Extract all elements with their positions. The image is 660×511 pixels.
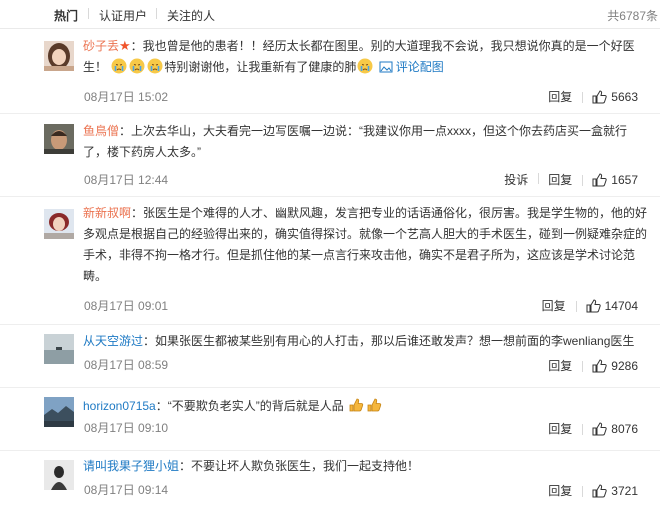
comment-time: 08月17日 12:44 — [84, 173, 169, 187]
comment-item: 从天空游过：如果张医生都被某些别有用心的人打击，那以后谁还敢发声？想一想前面的李… — [0, 325, 660, 388]
comment-item: 鱼鳥僧：上次去华山，大夫看完一边写医嘱一边说：“我建议你用一点xxxx，但这个你… — [0, 114, 660, 197]
crying-emoji-icon — [111, 58, 127, 74]
username[interactable]: 从天空游过 — [83, 334, 143, 348]
comment-item: horizon0715a：“不要欺负老实人”的背后就是人品 08月17日 09:… — [0, 388, 660, 451]
tab-verified-users[interactable]: 认证用户 — [99, 7, 147, 24]
tab-hot[interactable]: 热门 — [54, 7, 78, 24]
comment-actions: 回复 9286 — [538, 357, 648, 374]
comment-text: 新新叔啊：张医生是个难得的人才、幽默风趣，发言把专业的话语通俗化，很厉害。我是学… — [83, 203, 650, 287]
comment-text-part: ：“不要欺负老实人”的背后就是人品 — [155, 399, 344, 413]
comment-text-part: ：不要让坏人欺负张医生，我们一起支持他！ — [179, 459, 420, 473]
comment-actions: 回复 14704 — [532, 297, 648, 314]
comment-image-link[interactable]: 评论配图 — [396, 60, 444, 74]
like-count: 1657 — [611, 172, 638, 187]
avatar[interactable] — [44, 334, 74, 364]
comment-text: horizon0715a：“不要欺负老实人”的背后就是人品 — [83, 396, 650, 417]
comment-time: 08月17日 15:02 — [84, 90, 169, 104]
comment-actions: 回复 3721 — [538, 482, 648, 499]
comment-text-part: 特别谢谢他，让我重新有了健康的肺 — [164, 60, 357, 74]
comment-text: 请叫我果子狸小姐：不要让坏人欺负张医生，我们一起支持他！ — [83, 456, 650, 477]
comment-text: 砂子丢★：我也曾是他的患者！！经历太长都在图里。别的大道理我不会说，我只想说你真… — [83, 35, 650, 78]
reply-button[interactable]: 回复 — [538, 171, 582, 188]
comment-time: 08月17日 09:01 — [84, 299, 169, 313]
tab-following[interactable]: 关注的人 — [167, 7, 215, 24]
comment-actions: 回复 5663 — [538, 88, 648, 105]
comment-text-part: ：张医生是个难得的人才、幽默风趣，发言把专业的话语通俗化，很厉害。我是学生物的，… — [83, 206, 648, 283]
star-badge-icon: ★ — [119, 38, 131, 53]
avatar[interactable] — [44, 124, 74, 154]
username[interactable]: 砂子丢 — [83, 39, 119, 53]
thumbs-up-icon — [586, 298, 601, 312]
reply-button[interactable]: 回复 — [538, 482, 582, 499]
crying-emoji-icon — [129, 58, 145, 74]
reply-button[interactable]: 回复 — [532, 297, 576, 314]
avatar[interactable] — [44, 209, 74, 239]
comment-actions: 投诉 回复 1657 — [494, 171, 648, 188]
comment-item: 请叫我果子狸小姐：不要让坏人欺负张医生，我们一起支持他！ 08月17日 09:1… — [0, 451, 660, 511]
report-button[interactable]: 投诉 — [494, 171, 538, 188]
thumbs-up-icon — [592, 483, 607, 497]
like-button[interactable]: 8076 — [582, 422, 648, 436]
tab-divider — [88, 8, 89, 19]
crying-emoji-icon — [147, 58, 163, 74]
thumbs-up-emoji-icon — [348, 397, 364, 413]
comment-filter-tabs: 热门 认证用户 关注的人 共6787条 — [0, 0, 660, 29]
comment-item: 新新叔啊：张医生是个难得的人才、幽默风趣，发言把专业的话语通俗化，很厉害。我是学… — [0, 197, 660, 325]
crying-emoji-icon — [357, 58, 373, 74]
like-count: 8076 — [611, 421, 638, 436]
like-count: 3721 — [611, 483, 638, 498]
thumbs-up-icon — [592, 358, 607, 372]
avatar[interactable] — [44, 41, 74, 71]
thumbs-up-icon — [592, 172, 607, 186]
comment-time: 08月17日 08:59 — [84, 358, 169, 372]
comment-actions: 回复 8076 — [538, 420, 648, 437]
comment-text: 从天空游过：如果张医生都被某些别有用心的人打击，那以后谁还敢发声？想一想前面的李… — [83, 331, 650, 352]
comment-text: 鱼鳥僧：上次去华山，大夫看完一边写医嘱一边说：“我建议你用一点xxxx，但这个你… — [83, 121, 650, 163]
username[interactable]: 新新叔啊 — [83, 206, 131, 220]
reply-button[interactable]: 回复 — [538, 357, 582, 374]
like-button[interactable]: 5663 — [582, 90, 648, 104]
thumbs-up-emoji-icon — [366, 397, 382, 413]
thumbs-up-icon — [592, 89, 607, 103]
comment-item: 砂子丢★：我也曾是他的患者！！经历太长都在图里。别的大道理我不会说，我只想说你真… — [0, 29, 660, 114]
avatar[interactable] — [44, 397, 74, 427]
username[interactable]: 鱼鳥僧 — [83, 124, 119, 138]
username[interactable]: 请叫我果子狸小姐 — [83, 459, 179, 473]
avatar[interactable] — [44, 460, 74, 490]
username[interactable]: horizon0715a — [83, 399, 156, 413]
thumbs-up-icon — [592, 421, 607, 435]
like-button[interactable]: 3721 — [582, 484, 648, 498]
like-count: 9286 — [611, 358, 638, 373]
comment-time: 08月17日 09:10 — [84, 421, 169, 435]
comment-text-part: ：如果张医生都被某些别有用心的人打击，那以后谁还敢发声？想一想前面的李wenli… — [143, 334, 635, 348]
tab-divider — [156, 8, 157, 19]
like-count: 14704 — [604, 298, 638, 313]
like-count: 5663 — [611, 89, 638, 104]
image-icon — [379, 60, 395, 76]
comment-time: 08月17日 09:14 — [84, 483, 169, 497]
reply-button[interactable]: 回复 — [538, 88, 582, 105]
comment-text-part: ：上次去华山，大夫看完一边写医嘱一边说：“我建议你用一点xxxx，但这个你去药店… — [83, 124, 628, 159]
like-button[interactable]: 9286 — [582, 359, 648, 373]
reply-button[interactable]: 回复 — [538, 420, 582, 437]
like-button[interactable]: 14704 — [575, 298, 648, 313]
comment-count: 共6787条 — [607, 9, 658, 23]
like-button[interactable]: 1657 — [582, 173, 648, 187]
